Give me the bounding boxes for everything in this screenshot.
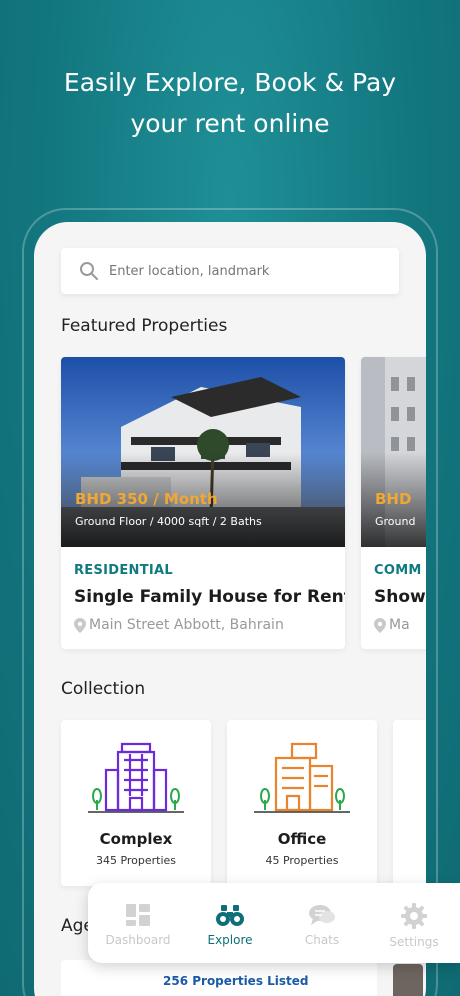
location-pin-icon <box>74 617 86 633</box>
tab-dashboard-label: Dashboard <box>105 933 171 947</box>
tab-explore[interactable]: Explore <box>184 883 276 963</box>
headline-line-2: your rent online <box>130 109 330 138</box>
property-location: Main Street Abbott, Bahrain <box>74 617 284 633</box>
agent-card-partial[interactable] <box>393 964 423 996</box>
featured-title: Featured Properties <box>61 316 228 336</box>
app-screen: Featured Properties <box>34 222 426 996</box>
property-price: BHD 350 / Month <box>75 490 218 508</box>
property-type: RESIDENTIAL <box>74 563 173 578</box>
tab-explore-label: Explore <box>207 933 253 947</box>
bottom-tab-bar: Dashboard Explore Chats Settings <box>88 883 460 963</box>
agent-listing-count: 256 Properties Listed <box>163 974 309 988</box>
property-location-text: Ma <box>389 617 410 633</box>
property-type: COMM <box>374 563 422 578</box>
gear-icon <box>401 903 427 929</box>
property-photo: BHD 350 / Month Ground Floor / 4000 sqft… <box>61 357 345 547</box>
collection-card-complex[interactable]: Complex 345 Properties <box>61 720 211 886</box>
tab-dashboard[interactable]: Dashboard <box>92 883 184 963</box>
promo-headline: Easily Explore, Book & Pay your rent onl… <box>0 62 460 144</box>
tab-settings-label: Settings <box>389 935 439 949</box>
apartment-building-icon <box>88 742 184 813</box>
property-price: BHD <box>375 490 412 508</box>
collection-count: 45 Properties <box>265 854 339 867</box>
dashboard-icon <box>126 904 150 926</box>
search-bar[interactable] <box>61 248 399 294</box>
tab-chats[interactable]: Chats <box>276 883 368 963</box>
tab-chats-label: Chats <box>304 933 340 947</box>
collection-name: Complex <box>99 830 173 848</box>
collection-title: Collection <box>61 679 146 699</box>
property-title: Show <box>374 587 426 607</box>
property-location: Ma <box>374 617 410 633</box>
agent-card[interactable]: 256 Properties Listed <box>61 960 377 996</box>
property-card[interactable]: BHD Ground COMM Show Ma <box>361 357 426 649</box>
collection-name: Office <box>277 830 327 848</box>
property-location-text: Main Street Abbott, Bahrain <box>89 617 284 633</box>
collection-card-partial[interactable] <box>393 720 426 886</box>
property-title: Single Family House for Rent <box>74 587 345 607</box>
collection-count: 345 Properties <box>95 854 177 867</box>
binoculars-icon <box>216 905 244 926</box>
property-card[interactable]: BHD 350 / Month Ground Floor / 4000 sqft… <box>61 357 345 649</box>
property-specs: Ground <box>375 515 416 528</box>
headline-line-1: Easily Explore, Book & Pay <box>63 68 397 97</box>
search-input[interactable] <box>109 263 379 279</box>
office-building-icon <box>254 742 350 813</box>
property-specs: Ground Floor / 4000 sqft / 2 Baths <box>75 515 262 528</box>
property-photo: BHD Ground <box>361 357 426 547</box>
chat-bubbles-icon <box>309 905 335 925</box>
tab-settings[interactable]: Settings <box>368 883 460 963</box>
search-icon <box>80 262 98 280</box>
location-pin-icon <box>374 617 386 633</box>
collection-card-office[interactable]: Office 45 Properties <box>227 720 377 886</box>
